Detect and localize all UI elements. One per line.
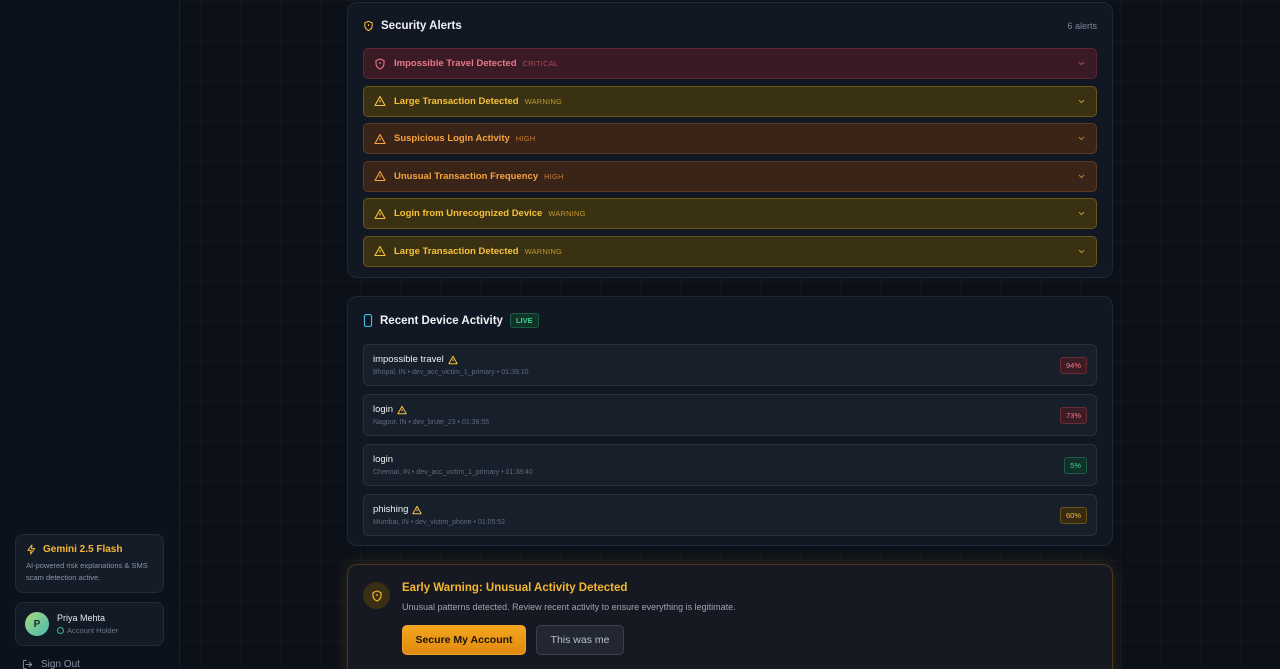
- panel-title: Security Alerts: [381, 19, 462, 32]
- alert-item[interactable]: Login from Unrecognized Device WARNING: [363, 198, 1097, 229]
- device-activity-row[interactable]: login Nagpur, IN • dev_brute_23 • 01:38:…: [363, 394, 1097, 436]
- early-warning-panel: Early Warning: Unusual Activity Detected…: [347, 564, 1113, 669]
- event-name: login: [373, 404, 394, 415]
- ai-model-title: Gemini 2.5 Flash: [43, 544, 123, 555]
- alert-title: Large Transaction Detected: [394, 95, 519, 107]
- alert-title: Impossible Travel Detected: [394, 58, 517, 69]
- ai-model-description: AI-powered risk explanations & SMS scam …: [26, 561, 148, 582]
- chevron-down-icon: [1078, 211, 1085, 216]
- device-activity-row[interactable]: phishing Mumbai, IN • dev_victim_phone •…: [363, 494, 1097, 536]
- sign-out-button[interactable]: Sign Out: [22, 659, 80, 669]
- sign-out-icon: [22, 659, 33, 669]
- shield-alert-icon: [371, 589, 382, 602]
- warning-triangle-icon: [374, 208, 386, 219]
- chevron-down-icon: [1078, 249, 1085, 253]
- live-badge: LIVE: [509, 313, 539, 328]
- event-name: login: [373, 454, 394, 465]
- event-name: impossible travel: [373, 354, 444, 365]
- risk-score-badge: 5%: [1064, 456, 1087, 474]
- alert-item[interactable]: Suspicious Login Activity HIGH: [363, 123, 1097, 154]
- alert-severity: WARNING: [524, 246, 562, 256]
- event-name: phishing: [373, 504, 409, 515]
- device-list: impossible travel Bhopal, IN • dev_acc_v…: [348, 344, 1112, 536]
- user-name: Priya Mehta: [57, 613, 106, 623]
- smartphone-icon: [363, 314, 373, 327]
- avatar: P: [25, 612, 49, 636]
- alert-title: Large Transaction Detected: [394, 245, 519, 257]
- alert-severity: WARNING: [548, 209, 586, 218]
- chevron-down-icon: [1078, 174, 1085, 178]
- chevron-down-icon: [1078, 136, 1085, 141]
- alert-count: 6 alerts: [1067, 20, 1097, 31]
- event-meta: Bhopal, IN • dev_acc_victim_1_primary • …: [373, 369, 529, 376]
- user-role-label: Account Holder: [67, 626, 119, 635]
- alert-item[interactable]: Large Transaction Detected WARNING: [363, 85, 1097, 117]
- warning-title: Early Warning: Unusual Activity Detected: [402, 582, 628, 594]
- shield-alert-icon: [375, 57, 385, 70]
- device-activity-row[interactable]: login Chennai, IN • dev_acc_victim_1_pri…: [363, 444, 1097, 486]
- verified-icon: [57, 627, 64, 634]
- event-meta: Chennai, IN • dev_acc_victim_1_primary •…: [373, 469, 533, 476]
- risk-score-badge: 60%: [1059, 506, 1087, 524]
- warning-triangle-icon: [412, 505, 423, 514]
- user-card[interactable]: P Priya Mehta Account Holder: [15, 602, 164, 646]
- event-meta: Mumbai, IN • dev_victim_phone • 01:05:52: [373, 519, 506, 526]
- warning-triangle-icon: [374, 133, 386, 144]
- alert-item[interactable]: Unusual Transaction Frequency HIGH: [363, 160, 1097, 192]
- alert-severity: WARNING: [524, 96, 562, 106]
- shield-icon: [364, 20, 373, 31]
- warning-triangle-icon: [448, 355, 458, 364]
- this-was-me-button[interactable]: This was me: [536, 625, 624, 655]
- alert-title: Login from Unrecognized Device: [394, 208, 543, 219]
- panel-title: Recent Device Activity: [380, 314, 503, 327]
- device-activity-panel: Recent Device Activity LIVE impossible t…: [347, 296, 1113, 546]
- secure-account-button[interactable]: Secure My Account: [402, 625, 526, 655]
- alert-severity: HIGH: [544, 171, 564, 181]
- device-activity-row[interactable]: impossible travel Bhopal, IN • dev_acc_v…: [363, 344, 1097, 386]
- user-role: Account Holder: [57, 626, 118, 635]
- warning-triangle-icon: [374, 245, 386, 257]
- sign-out-label: Sign Out: [41, 659, 80, 669]
- lightning-icon: [27, 544, 36, 555]
- alert-severity: CRITICAL: [522, 59, 559, 68]
- alert-severity: HIGH: [515, 134, 536, 143]
- warning-shield-badge: [363, 582, 390, 609]
- warning-description: Unusual patterns detected. Review recent…: [402, 602, 736, 612]
- chevron-down-icon: [1078, 99, 1085, 103]
- warning-triangle-icon: [374, 170, 386, 182]
- event-meta: Nagpur, IN • dev_brute_23 • 01:38:55: [373, 419, 490, 426]
- chevron-down-icon: [1078, 61, 1085, 66]
- ai-status-card: Gemini 2.5 Flash AI-powered risk explana…: [15, 534, 164, 593]
- alert-item[interactable]: Large Transaction Detected WARNING: [363, 235, 1097, 267]
- warning-triangle-icon: [397, 405, 407, 414]
- security-alerts-panel: Security Alerts 6 alerts Impossible Trav…: [347, 2, 1113, 278]
- alert-item[interactable]: Impossible Travel Detected CRITICAL: [363, 48, 1097, 79]
- sidebar: Gemini 2.5 Flash AI-powered risk explana…: [0, 0, 180, 669]
- alert-list: Impossible Travel Detected CRITICAL Larg…: [348, 48, 1112, 267]
- warning-triangle-icon: [374, 95, 386, 107]
- alert-title: Unusual Transaction Frequency: [394, 170, 539, 182]
- risk-score-badge: 94%: [1059, 356, 1087, 374]
- alert-title: Suspicious Login Activity: [394, 133, 510, 144]
- risk-score-badge: 73%: [1059, 406, 1087, 424]
